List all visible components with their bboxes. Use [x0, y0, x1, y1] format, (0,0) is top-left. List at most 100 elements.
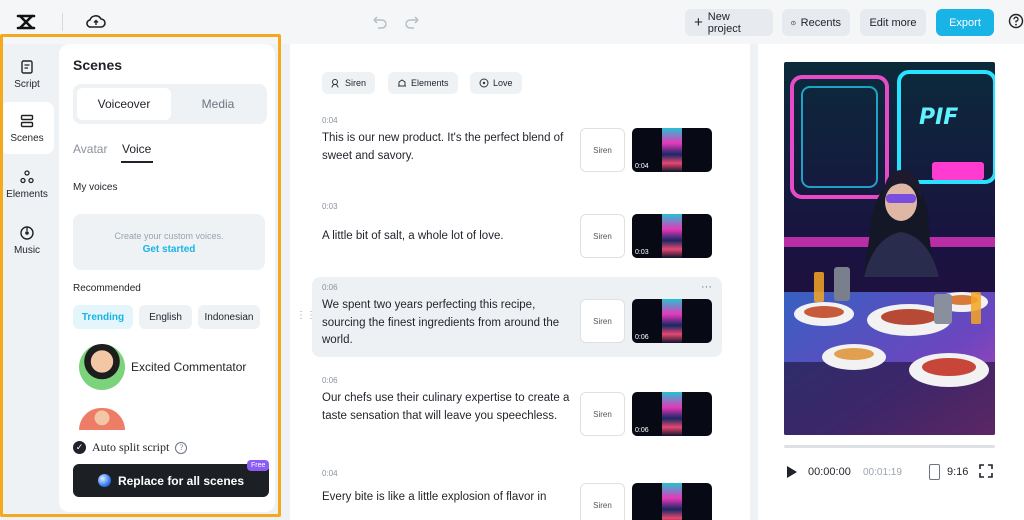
top-bar: + New project Recents Edit more Export	[0, 0, 1024, 44]
divider	[62, 13, 63, 31]
scene-card[interactable]: 0:06 Our chefs use their culinary expert…	[312, 370, 722, 452]
recents-button[interactable]: Recents	[782, 9, 850, 36]
scene-card[interactable]: 0:04 Every bite is like a little explosi…	[312, 463, 722, 520]
rail-label: Music	[13, 244, 41, 256]
scene-card[interactable]: 0:03 A little bit of salt, a whole lot o…	[312, 196, 722, 278]
free-badge: Free	[247, 460, 270, 471]
custom-voice-card: Create your custom voices. Get started	[73, 214, 265, 270]
export-button[interactable]: Export	[936, 9, 994, 36]
edit-more-button[interactable]: Edit more	[860, 9, 926, 36]
voice-avatar[interactable]	[79, 408, 125, 430]
new-project-label: New project	[707, 10, 741, 35]
thumb-image	[662, 392, 682, 436]
help-icon[interactable]	[1008, 13, 1024, 29]
edit-more-label: Edit more	[869, 16, 917, 29]
fullscreen-icon[interactable]	[979, 464, 993, 478]
voice-avatar[interactable]	[79, 344, 125, 390]
scene-text[interactable]: This is our new product. It's the perfec…	[322, 130, 572, 165]
clock-icon	[791, 20, 796, 25]
rail-label: Script	[14, 78, 40, 90]
capcut-logo-icon[interactable]	[15, 11, 37, 33]
scene-time: 0:04	[322, 469, 338, 478]
voiceover-media-toggle: Voiceover Media	[73, 84, 267, 124]
thumb-image	[662, 483, 682, 520]
chip-english[interactable]: English	[139, 305, 192, 329]
replace-label: Replace for all scenes	[117, 473, 245, 488]
tab-media[interactable]: Media	[171, 88, 265, 120]
cloud-icon[interactable]	[86, 12, 106, 30]
tab-voiceover[interactable]: Voiceover	[77, 88, 171, 120]
subtab-avatar[interactable]: Avatar	[73, 142, 107, 156]
new-project-button[interactable]: + New project	[685, 9, 773, 36]
scene-time: 0:06	[322, 283, 338, 292]
seek-bar[interactable]	[784, 445, 995, 448]
scene-thumbnail[interactable]: 0:06	[632, 299, 712, 343]
voice-icon	[331, 79, 339, 88]
chip-indonesian[interactable]: Indonesian	[198, 305, 260, 329]
thumb-duration: 0:04	[635, 163, 649, 170]
scene-text[interactable]: Every bite is like a little explosion of…	[322, 489, 572, 507]
voice-chip[interactable]: Siren	[580, 214, 625, 258]
replace-all-scenes-button[interactable]: Replace for all scenes	[73, 464, 269, 497]
tag-label: Love	[493, 78, 513, 88]
rail-item-scenes[interactable]: Scenes	[0, 102, 54, 154]
subtab-underline	[121, 161, 153, 163]
voice-chip[interactable]: Siren	[580, 483, 625, 520]
chip-trending[interactable]: Trending	[73, 305, 133, 329]
redo-icon[interactable]	[404, 13, 422, 31]
aspect-ratio-label[interactable]: 9:16	[947, 466, 968, 478]
export-label: Export	[949, 16, 981, 29]
scenes-panel: Scenes Voiceover Media Avatar Voice My v…	[59, 44, 275, 512]
question-icon[interactable]: ?	[175, 441, 188, 454]
more-options-icon[interactable]: ···	[701, 281, 712, 293]
plus-icon: +	[694, 14, 703, 31]
scene-card-selected[interactable]: 0:06 ··· We spent two years perfecting t…	[312, 277, 722, 357]
checkbox-checked-icon[interactable]: ✓	[73, 441, 86, 454]
aspect-ratio-icon[interactable]	[929, 464, 940, 480]
music-icon	[20, 225, 34, 240]
drag-handle-icon[interactable]: ⋮⋮	[296, 310, 316, 321]
music-icon	[479, 78, 489, 88]
video-preview[interactable]: PIF	[784, 62, 995, 435]
scene-text[interactable]: A little bit of salt, a whole lot of lov…	[322, 228, 572, 246]
play-icon[interactable]	[786, 465, 798, 479]
custom-voice-text: Create your custom voices.	[114, 231, 224, 241]
thumb-duration: 0:06	[635, 334, 649, 341]
rail-item-script[interactable]: Script	[0, 48, 54, 100]
tag-siren[interactable]: Siren	[322, 72, 376, 94]
tag-label: Elements	[411, 78, 449, 88]
script-icon	[21, 59, 33, 74]
tag-love[interactable]: Love	[470, 72, 522, 94]
thumb-image	[662, 299, 682, 343]
scene-thumbnail[interactable]: 0:06	[632, 392, 712, 436]
scene-text[interactable]: Our chefs use their culinary expertise t…	[322, 390, 572, 425]
voice-chip[interactable]: Siren	[580, 299, 625, 343]
scene-card[interactable]: 0:04 This is our new product. It's the p…	[312, 110, 722, 192]
subtab-voice[interactable]: Voice	[122, 142, 151, 156]
auto-split-label: Auto split script	[92, 440, 170, 454]
scene-thumbnail[interactable]: 0:04	[632, 128, 712, 172]
rail-label: Scenes	[10, 132, 44, 144]
thumb-duration: 0:06	[635, 427, 649, 434]
elements-icon	[398, 79, 406, 87]
preview-panel: PIF 00:00:00 00:01:19 9:16	[758, 44, 1024, 520]
rail-item-elements[interactable]: Elements	[0, 158, 54, 210]
scene-time: 0:06	[322, 376, 338, 385]
tag-label: Siren	[345, 78, 367, 88]
current-time: 00:00:00	[808, 466, 851, 478]
undo-icon[interactable]	[370, 13, 388, 31]
scene-text[interactable]: We spent two years perfecting this recip…	[322, 297, 572, 350]
voice-chip[interactable]: Siren	[580, 128, 625, 172]
voice-chip[interactable]: Siren	[580, 392, 625, 436]
rail-item-music[interactable]: Music	[0, 214, 54, 266]
get-started-link[interactable]: Get started	[73, 244, 265, 255]
scene-thumbnail[interactable]: 0:03	[632, 214, 712, 258]
tag-elements[interactable]: Elements	[388, 72, 458, 94]
voice-name[interactable]: Excited Commentator	[131, 360, 246, 374]
scene-thumbnail[interactable]	[632, 483, 712, 520]
scenes-icon	[20, 114, 34, 127]
svg-text:PIF: PIF	[919, 105, 958, 130]
panel-title: Scenes	[73, 57, 123, 73]
auto-split-row[interactable]: ✓ Auto split script ?	[73, 440, 188, 455]
elements-icon	[20, 169, 34, 183]
